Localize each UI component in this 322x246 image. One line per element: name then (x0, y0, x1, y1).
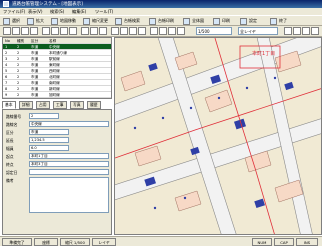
tb2-button-10[interactable] (90, 27, 98, 35)
exit-icon (270, 17, 277, 25)
tb2-button-20[interactable] (284, 27, 292, 35)
status-ins: INS (296, 238, 318, 246)
tab-occupancy[interactable]: 占用 (36, 101, 50, 109)
tb2-button-14[interactable] (129, 27, 137, 35)
tab-detail[interactable]: 詳細 (19, 101, 33, 109)
end-point-field[interactable]: 本町3丁目 (29, 161, 109, 167)
table-row[interactable]: 9 2 市道 旭町線 (3, 92, 111, 98)
detail-form: 路線番号 2 路線名 中央線 区分 市道 延長 1,234.5 幅員 6.0 起… (2, 109, 112, 235)
tool-ledger-search-button[interactable]: 台帳検索 (115, 17, 140, 25)
remarks-field[interactable] (29, 177, 109, 213)
field-label: 起点 (6, 154, 14, 159)
tab-history[interactable]: 履歴 (87, 101, 101, 109)
start-point-field[interactable]: 本町1丁目 (29, 153, 109, 159)
gear-icon (240, 17, 247, 25)
table-cell: 旭町線 (49, 93, 60, 97)
tab-photo[interactable]: 写真 (70, 101, 84, 109)
map-canvas (115, 38, 321, 234)
secondary-toolbar: 1/500 全レイヤ (0, 26, 322, 37)
tb2-button-13[interactable] (120, 27, 128, 35)
main-toolbar: 選択 拡大 地図移動 縮尺変更 台帳検索 台帳印刷 全体図 印刷 設定 終了 (0, 15, 322, 26)
field-label: 路線番号 (6, 114, 22, 119)
title-bar: 道路台帳管理システム - [地図表示] (0, 0, 322, 8)
scale-icon (83, 17, 90, 25)
field-label: 認定日 (6, 170, 18, 175)
tool-print-button[interactable]: 印刷 (213, 17, 230, 25)
tool-overview-button[interactable]: 全体図 (183, 17, 204, 25)
tb2-button-19[interactable] (177, 27, 185, 35)
tool-ledger-print-button[interactable]: 台帳印刷 (149, 17, 174, 25)
zoom-icon (27, 17, 34, 25)
tb2-button-8[interactable] (69, 27, 77, 35)
width-field[interactable]: 6.0 (29, 145, 69, 151)
field-label: 幅員 (6, 146, 14, 151)
tb2-button-9[interactable] (81, 27, 89, 35)
tb2-button-23[interactable] (311, 27, 319, 35)
tool-scale-button[interactable]: 縮尺変更 (83, 17, 108, 25)
length-field[interactable]: 1,234.5 (29, 137, 69, 143)
table-cell: 市道 (31, 93, 39, 97)
detail-tabs: 基本 詳細 占用 工事 写真 履歴 (2, 101, 112, 109)
tb2-button-18[interactable] (168, 27, 176, 35)
layer-select[interactable]: 全レイヤ (238, 27, 278, 35)
status-num: NUM (252, 238, 272, 246)
route-name-field[interactable]: 中央線 (29, 121, 109, 127)
window-title: 道路台帳管理システム - [地図表示] (12, 2, 83, 7)
map-area-label: 本町1丁目 (252, 51, 276, 57)
field-label: 延長 (6, 138, 14, 143)
road-list-grid[interactable]: No 種別 区分 名称 1 2 市道 中央線 2 2 市道 本町通り線 3 2 … (2, 37, 112, 99)
table-cell: 2 (17, 93, 20, 97)
approval-date-field[interactable] (29, 169, 109, 175)
field-label: 路線名 (6, 122, 18, 127)
tb2-button-12[interactable] (111, 27, 119, 35)
tool-exit-button[interactable]: 終了 (270, 17, 287, 25)
tool-select-button[interactable]: 選択 (3, 17, 20, 25)
status-coordinate: 座標 (34, 238, 58, 246)
tb2-button-17[interactable] (159, 27, 167, 35)
ledger-print-icon (149, 17, 156, 25)
tool-settings-button[interactable]: 設定 (240, 17, 257, 25)
tab-construction[interactable]: 工事 (53, 101, 67, 109)
field-label: 区分 (6, 130, 14, 135)
tb2-button-3[interactable] (21, 27, 29, 35)
tb2-button-15[interactable] (138, 27, 146, 35)
tb2-button-6[interactable] (51, 27, 59, 35)
status-scale: 縮尺 1/500 (60, 238, 90, 246)
tool-zoom-button[interactable]: 拡大 (27, 17, 44, 25)
printer-icon (213, 17, 220, 25)
tb2-button-1[interactable] (3, 27, 11, 35)
search-icon (115, 17, 122, 25)
tb2-button-21[interactable] (293, 27, 301, 35)
status-ready: 準備完了 (2, 238, 32, 246)
tab-basic[interactable]: 基本 (2, 101, 16, 109)
tool-pan-button[interactable]: 地図移動 (51, 17, 76, 25)
status-layer: レイヤ (92, 238, 116, 246)
status-bar: 準備完了 座標 縮尺 1/500 レイヤ NUM CAP INS (0, 236, 322, 246)
tb2-button-5[interactable] (42, 27, 50, 35)
overview-icon (183, 17, 190, 25)
field-label: 終点 (6, 162, 14, 167)
tb2-button-11[interactable] (99, 27, 107, 35)
map-view[interactable]: 本町1丁目 (114, 37, 322, 235)
pan-icon (51, 17, 58, 25)
tb2-button-16[interactable] (150, 27, 158, 35)
tb2-button-22[interactable] (302, 27, 310, 35)
table-cell: 9 (5, 93, 8, 97)
app-icon (3, 1, 9, 7)
route-number-field[interactable]: 2 (29, 113, 59, 119)
tb2-button-7[interactable] (60, 27, 68, 35)
tb2-button-2[interactable] (12, 27, 20, 35)
status-cap: CAP (274, 238, 294, 246)
menu-bar: ファイル(F) 表示(V) 検索(S) 編集(E) ツール(T) (0, 8, 322, 15)
tb2-button-4[interactable] (30, 27, 38, 35)
class-field[interactable]: 市道 (29, 129, 69, 135)
scale-select[interactable]: 1/500 (196, 27, 232, 35)
field-label: 備考 (6, 178, 14, 183)
select-icon (3, 17, 10, 25)
